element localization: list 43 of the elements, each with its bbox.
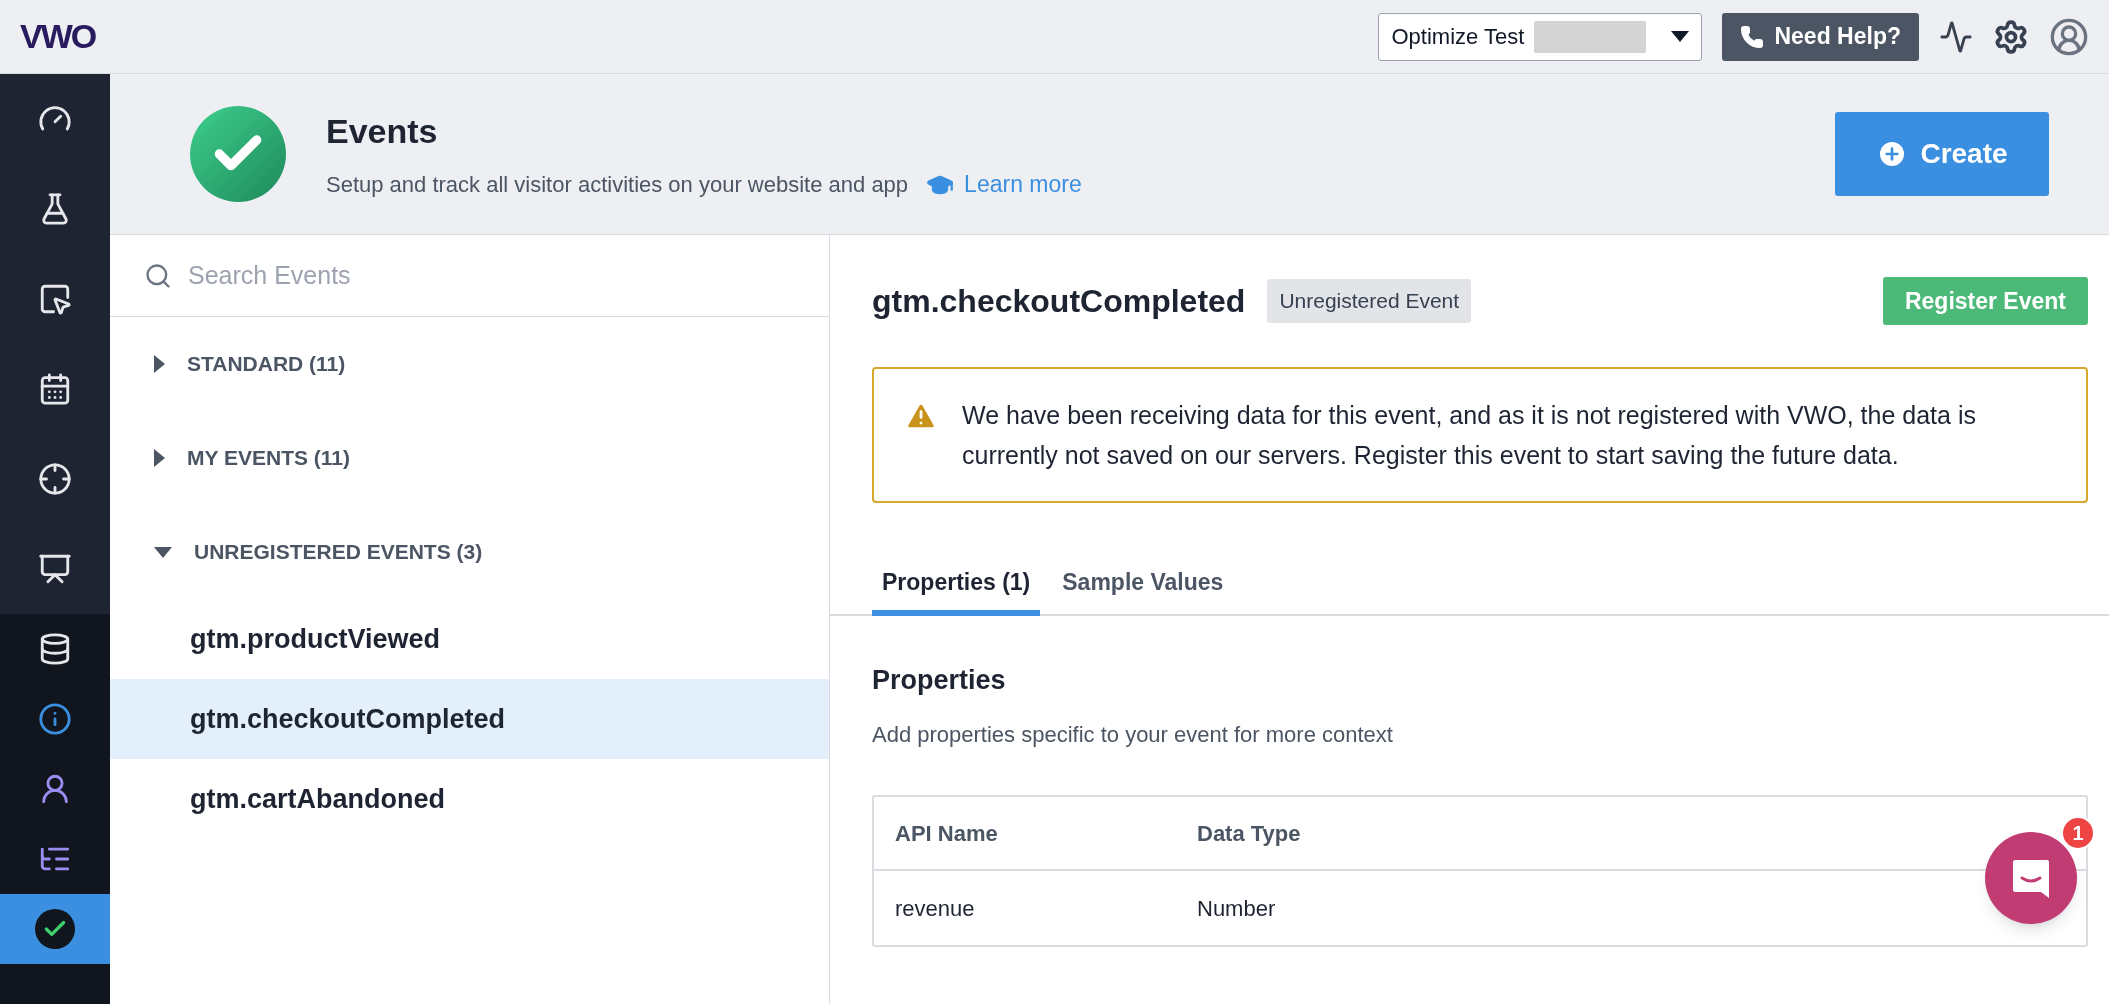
caret-right-icon xyxy=(154,355,165,373)
tab[interactable]: Sample Values xyxy=(1052,565,1234,616)
target-icon xyxy=(38,462,72,496)
event-title: gtm.checkoutCompleted xyxy=(872,282,1246,321)
column-header: Data Type xyxy=(1196,819,1302,848)
calendar-icon xyxy=(38,372,72,406)
account-dropdown[interactable]: Optimize Test xyxy=(1378,12,1703,61)
event-item[interactable]: gtm.checkoutCompleted xyxy=(110,679,829,759)
page-subtitle: Setup and track all visitor activities on your website and app xyxy=(326,171,909,199)
phone-icon xyxy=(1740,24,1765,49)
settings-icon[interactable] xyxy=(1993,18,2029,55)
check-nav-item[interactable] xyxy=(0,894,110,964)
present-icon xyxy=(38,552,72,586)
database-icon xyxy=(38,632,72,666)
status-badge: Unregistered Event xyxy=(1267,279,1472,323)
cursor-icon xyxy=(38,282,72,316)
caret-right-icon xyxy=(154,449,165,467)
category-row[interactable]: UNREGISTERED EVENTS (3) xyxy=(110,505,829,599)
column-header: API Name xyxy=(894,819,999,848)
gauge-nav-item[interactable] xyxy=(0,74,110,164)
need-help-button[interactable]: Need Help? xyxy=(1722,12,1919,61)
logo[interactable]: VWO xyxy=(20,11,96,62)
page-title: Events xyxy=(326,111,439,153)
properties-description: Add properties specific to your event for more context xyxy=(872,721,1394,749)
warning-text: We have been receiving data for this event, and as it is not registered with VWO, the data is currently not saved on our servers. Register this event to start saving the future data. xyxy=(962,400,1977,471)
search-icon xyxy=(144,261,172,290)
properties-heading: Properties xyxy=(872,663,1007,697)
info-icon xyxy=(38,702,72,736)
tab[interactable]: Properties (1) xyxy=(872,565,1041,616)
event-item[interactable]: gtm.cartAbandoned xyxy=(110,759,829,839)
category-row[interactable]: MY EVENTS (11) xyxy=(110,411,829,505)
event-item[interactable]: gtm.productViewed xyxy=(110,599,829,679)
present-nav-item[interactable] xyxy=(0,524,110,614)
notification-badge: 1 xyxy=(2061,816,2095,850)
caret-icon xyxy=(1671,31,1690,42)
pulse-icon[interactable] xyxy=(1939,19,1973,54)
table-cell-text: Number xyxy=(1196,894,1277,923)
check-icon xyxy=(35,909,75,949)
caret-down-icon xyxy=(154,546,172,558)
avatar-icon[interactable] xyxy=(2049,16,2089,57)
table-cell-text: revenue xyxy=(894,894,976,923)
search-field[interactable]: Search Events xyxy=(188,256,795,295)
category-row[interactable]: STANDARD (11) xyxy=(110,317,829,411)
